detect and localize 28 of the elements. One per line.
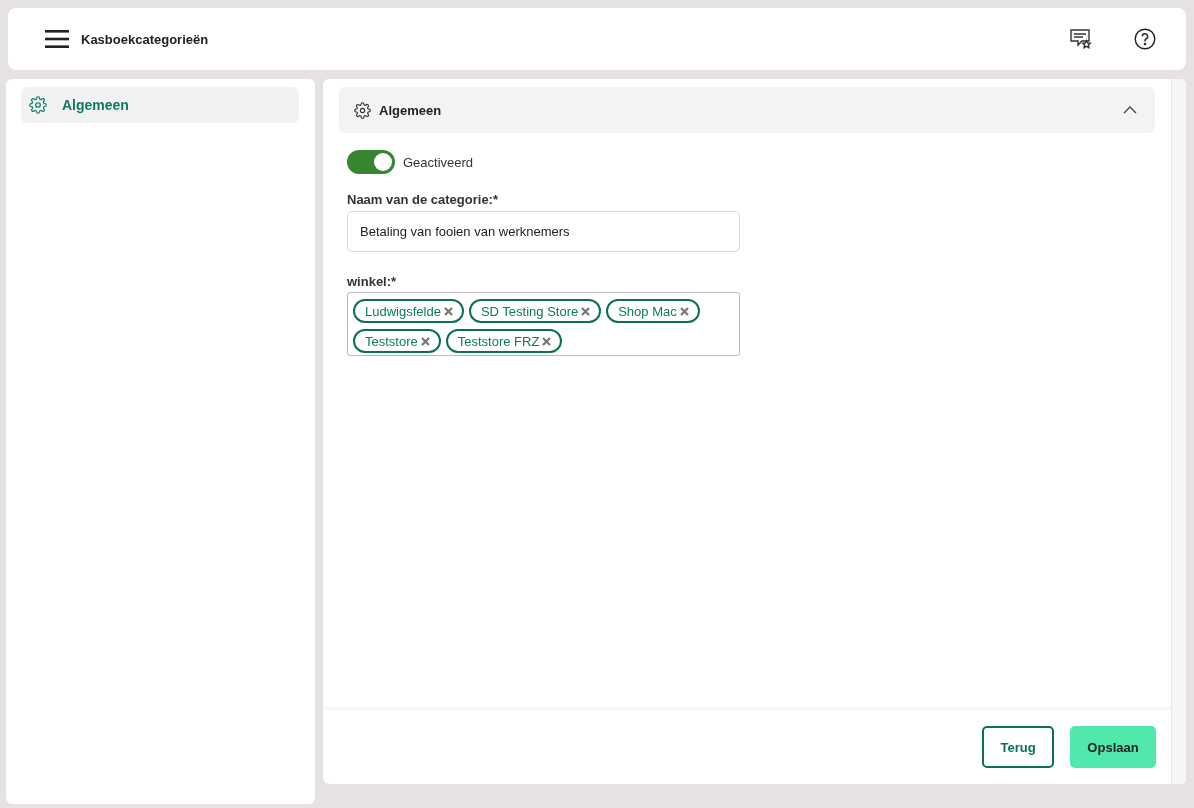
toggle-label: Geactiveerd xyxy=(403,154,474,170)
back-button[interactable]: Terug xyxy=(982,726,1054,768)
field-label: winkel:* xyxy=(347,274,397,289)
settings-icon xyxy=(29,96,47,114)
field-label: Naam van de categorie:* xyxy=(347,192,498,207)
tag-label: Ludwigsfelde xyxy=(365,303,441,319)
tag-label: Shop Mac xyxy=(618,303,677,319)
multi-select-field[interactable]: Ludwigsfelde SD Testing Store Shop Mac Teststore Teststore FRZ xyxy=(347,292,740,356)
page-title: Kasboekcategorieën xyxy=(81,31,209,47)
remove-icon[interactable] xyxy=(420,336,430,346)
feedback-icon[interactable] xyxy=(1070,29,1092,49)
remove-icon[interactable] xyxy=(542,336,552,346)
section-header[interactable]: Algemeen xyxy=(339,87,1155,133)
help-icon[interactable] xyxy=(1134,28,1156,50)
save-button[interactable]: Opslaan xyxy=(1070,726,1156,768)
remove-icon[interactable] xyxy=(679,306,689,316)
chevron-up-icon xyxy=(1123,106,1137,114)
tag-label: Teststore FRZ xyxy=(457,333,540,349)
tag-label: SD Testing Store xyxy=(480,303,579,319)
toggle-switch[interactable] xyxy=(347,150,395,174)
remove-icon[interactable] xyxy=(443,306,453,316)
input-field[interactable]: Betaling van fooien van werknemers xyxy=(347,211,740,252)
settings-icon xyxy=(354,101,371,119)
scrollbar-track[interactable] xyxy=(1171,79,1186,784)
tag-label: Teststore xyxy=(365,333,418,349)
remove-icon[interactable] xyxy=(581,306,591,316)
menu-icon[interactable] xyxy=(45,30,69,48)
sidebar-item[interactable]: Algemeen xyxy=(21,87,299,123)
